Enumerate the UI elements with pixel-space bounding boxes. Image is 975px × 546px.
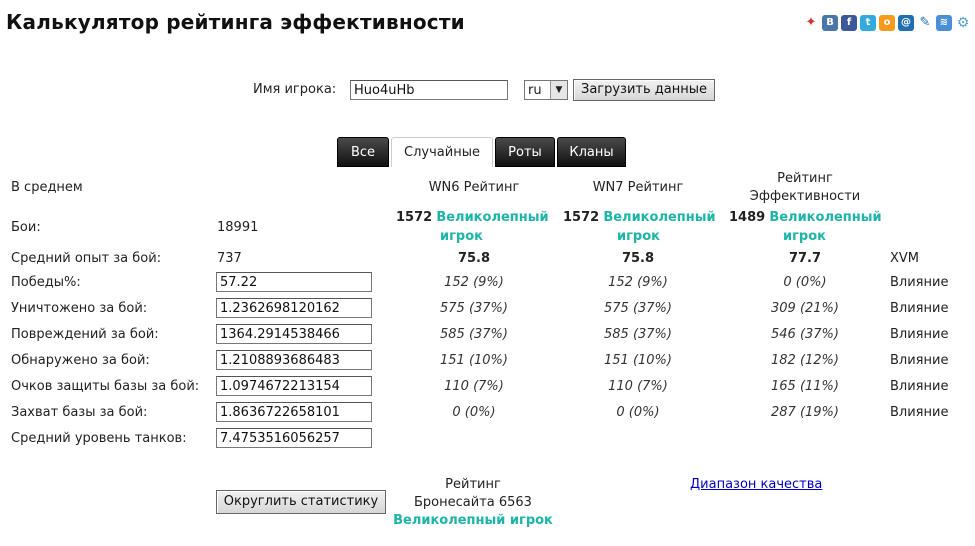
row-value-input[interactable]: 1.2362698120162 [216,298,372,318]
row-influence: Влияние [890,353,949,368]
wn7-rating-block: 1572 Великолепный [563,210,716,225]
vk-icon[interactable]: B [822,15,838,31]
wn7-percentile: 75.8 [621,251,655,266]
row-label: Захват базы за бой: [11,405,148,420]
row-influence: Влияние [890,275,949,290]
row-eff: 309 (21%) [771,301,839,316]
liveinternet-icon[interactable]: ≋ [936,15,952,31]
region-select-value: ru [528,82,542,98]
wn6-rank-line2: игрок [440,229,483,244]
round-stats-button[interactable]: Округлить статистику [216,490,386,514]
avg-xp-value: 737 [217,251,242,266]
row-label: Повреждений за бой: [11,327,159,342]
average-label: В среднем [11,180,83,195]
twitter-icon[interactable]: t [860,15,876,31]
quality-range-link[interactable]: Диапазон качества [690,477,822,492]
row-wn7: 110 (7%) [608,379,668,394]
eff-rank: Великолепный [769,210,882,225]
row-wn7: 585 (37%) [604,327,672,342]
tab-all[interactable]: Все [337,137,389,167]
wn6-rating-block: 1572 Великолепный [396,210,549,225]
eff-header-line1: Рейтинг [777,171,833,186]
armor-rating-line2: Бронесайта 6563 [414,495,532,510]
settings-icon[interactable]: ⚙ [955,15,971,31]
battles-value: 18991 [217,220,259,235]
tab-clans[interactable]: Кланы [557,137,626,167]
page-title: Калькулятор рейтинга эффективности [6,10,465,34]
wn6-header: WN6 Рейтинг [428,180,520,195]
eff-percentile: 77.7 [788,251,822,266]
mail-icon[interactable]: @ [898,15,914,31]
xvm-label: XVM [890,251,920,266]
armor-rating-line1: Рейтинг [445,477,501,492]
player-name-label: Имя игрока: [253,82,337,97]
row-influence: Влияние [890,301,949,316]
row-wn6: 575 (37%) [440,301,508,316]
row-label: Победы%: [11,275,81,290]
eff-header-line2: Эффективности [749,189,861,204]
avg-xp-label: Средний опыт за бой: [11,251,162,266]
wn6-percentile: 75.8 [457,251,491,266]
row-wn7: 575 (37%) [604,301,672,316]
row-wn6: 0 (0%) [452,405,496,420]
row-wn6: 152 (9%) [444,275,504,290]
wn7-rank: Великолепный [603,210,716,225]
livejournal-icon[interactable]: ✎ [917,15,933,31]
row-label: Обнаружено за бой: [11,353,150,368]
row-eff: 165 (11%) [771,379,839,394]
row-eff: 0 (0%) [783,275,827,290]
facebook-icon[interactable]: f [841,15,857,31]
load-data-button[interactable]: Загрузить данные [573,79,715,101]
player-name-input[interactable]: Huo4uHb [350,80,508,100]
row-wn7: 0 (0%) [616,405,660,420]
avg-tier-label: Средний уровень танков: [11,431,187,446]
row-influence: Влияние [890,405,949,420]
row-eff: 287 (19%) [771,405,839,420]
row-influence: Влияние [890,327,949,342]
row-wn6: 151 (10%) [440,353,508,368]
wn7-score: 1572 [563,210,600,225]
odnoklassniki-icon[interactable]: o [879,15,895,31]
row-value-input[interactable]: 1.8636722658101 [216,402,372,422]
row-eff: 546 (37%) [771,327,839,342]
share-runner-icon[interactable]: ✦ [803,15,819,31]
row-value-input[interactable]: 1.0974672213154 [216,376,372,396]
wn6-rank: Великолепный [436,210,549,225]
wn6-score: 1572 [396,210,433,225]
row-value-input[interactable]: 57.22 [216,272,372,292]
wn7-rank-line2: игрок [617,229,660,244]
eff-rating-block: 1489 Великолепный [729,210,882,225]
eff-score: 1489 [729,210,766,225]
row-label: Уничтожено за бой: [11,301,148,316]
wn7-header: WN7 Рейтинг [592,180,684,195]
social-share-bar: ✦ B f t o @ ✎ ≋ ⚙ [803,15,971,31]
row-wn6: 110 (7%) [444,379,504,394]
region-select[interactable]: ru ▼ [524,80,568,100]
eff-rank-line2: игрок [783,229,826,244]
row-wn7: 151 (10%) [604,353,672,368]
avg-tier-input[interactable]: 7.4753516056257 [216,428,372,448]
row-value-input[interactable]: 1.2108893686483 [216,350,372,370]
row-influence: Влияние [890,379,949,394]
armor-rating-rank: Великолепный игрок [393,513,553,528]
row-wn6: 585 (37%) [440,327,508,342]
tab-random[interactable]: Случайные [391,137,493,167]
row-value-input[interactable]: 1364.2914538466 [216,324,372,344]
chevron-down-icon[interactable]: ▼ [550,81,567,99]
row-wn7: 152 (9%) [608,275,668,290]
row-label: Очков защиты базы за бой: [11,379,200,394]
row-eff: 182 (12%) [771,353,839,368]
battles-label: Бои: [11,220,41,235]
tab-companies[interactable]: Роты [495,137,555,167]
